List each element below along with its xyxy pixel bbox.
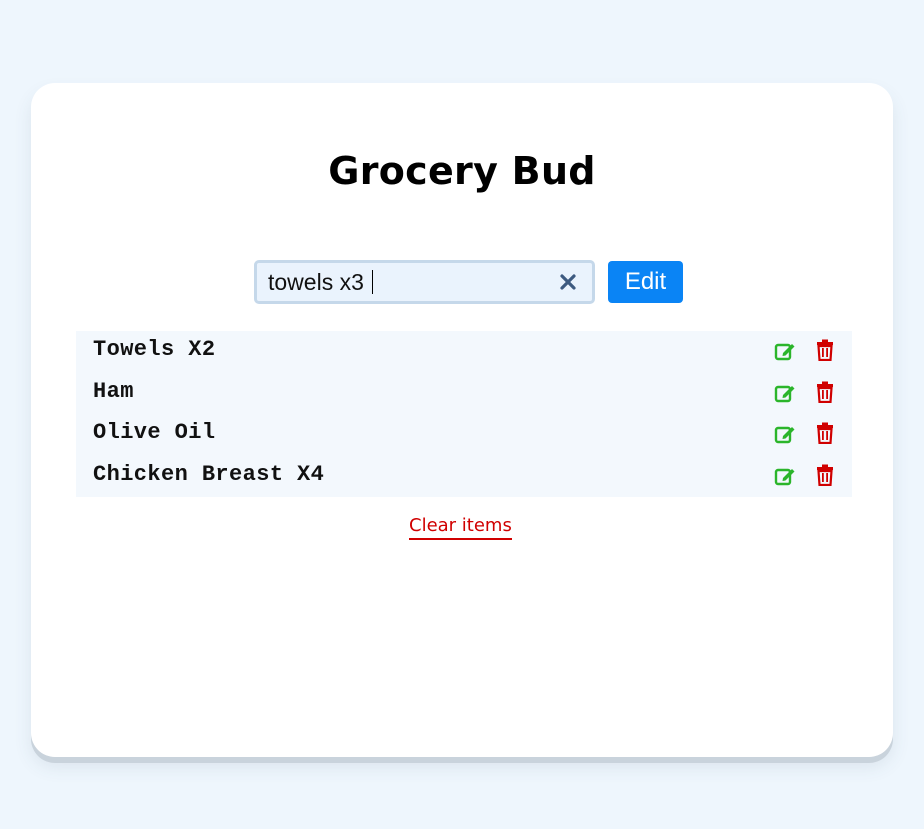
trash-icon[interactable]	[816, 422, 834, 444]
trash-icon[interactable]	[816, 464, 834, 486]
list-item: Towels X2	[76, 331, 852, 373]
list-item: Chicken Breast X4	[76, 456, 852, 498]
item-label: Chicken Breast X4	[93, 461, 325, 487]
item-label: Olive Oil	[93, 420, 216, 445]
item-label: Ham	[93, 378, 134, 404]
trash-icon[interactable]	[816, 381, 834, 403]
item-input-wrapper	[254, 260, 595, 304]
grocery-card: Grocery Bud Edit Towels X2	[31, 83, 893, 757]
close-icon[interactable]	[558, 272, 578, 292]
edit-icon[interactable]	[774, 382, 796, 404]
page-title: Grocery Bud	[328, 149, 596, 193]
clear-items-button[interactable]: Clear items	[409, 515, 512, 540]
edit-icon[interactable]	[774, 340, 796, 362]
item-label: Towels X2	[93, 337, 216, 362]
edit-submit-button[interactable]: Edit	[608, 261, 683, 303]
edit-icon[interactable]	[774, 423, 796, 445]
text-cursor	[372, 270, 373, 294]
trash-icon[interactable]	[816, 339, 834, 361]
list-item: Olive Oil	[76, 414, 852, 456]
item-input[interactable]	[257, 263, 558, 301]
grocery-form: Edit	[254, 260, 683, 304]
edit-icon[interactable]	[774, 465, 796, 487]
grocery-list: Towels X2 Ham Olive Oil Chicken Breast X…	[76, 331, 852, 497]
list-item: Ham	[76, 373, 852, 415]
